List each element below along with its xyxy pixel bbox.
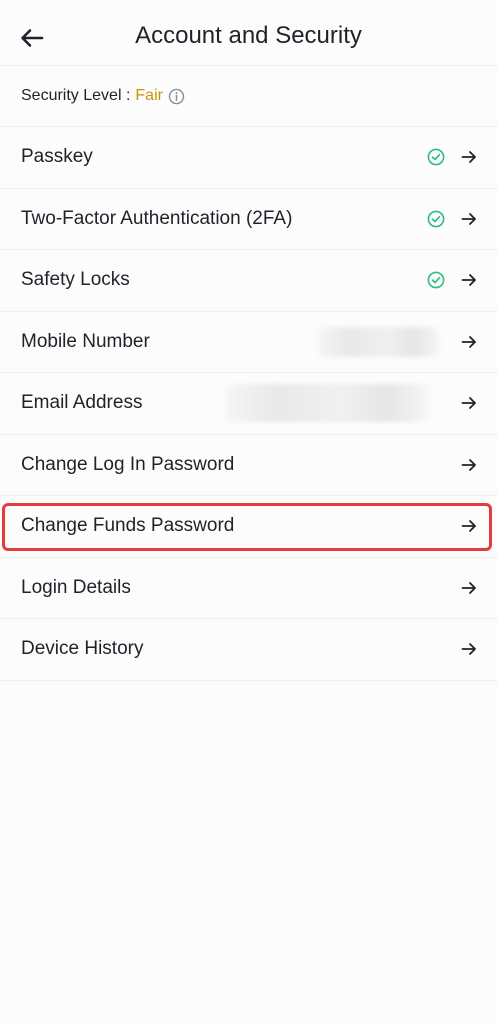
security-level-value: Fair: [135, 87, 163, 104]
menu-item-change-log-in-password[interactable]: Change Log In Password: [0, 435, 497, 496]
check-circle-icon: [427, 148, 445, 166]
menu-item-label: Email Address: [21, 392, 143, 414]
menu-item-label: Change Funds Password: [21, 515, 235, 537]
arrow-right-icon: [461, 212, 477, 226]
menu-item-device-history[interactable]: Device History: [0, 619, 497, 681]
header: Account and Security: [0, 0, 497, 66]
menu-item-login-details[interactable]: Login Details: [0, 558, 497, 619]
back-button[interactable]: [14, 22, 50, 54]
menu-item-mobile-number[interactable]: Mobile Number: [0, 312, 497, 373]
menu-item-label: Device History: [21, 638, 144, 660]
redacted-email-value: [226, 384, 430, 423]
redacted-mobile-value: [318, 326, 440, 357]
menu-item-label: Two-Factor Authentication (2FA): [21, 207, 293, 229]
check-circle-icon: [427, 210, 445, 228]
arrow-left-icon: [20, 28, 44, 48]
menu-item-two-factor-authentication[interactable]: Two-Factor Authentication (2FA): [0, 189, 497, 250]
arrow-right-icon: [461, 150, 477, 164]
menu-item-label: Mobile Number: [21, 330, 150, 352]
menu-item-email-address[interactable]: Email Address: [0, 373, 497, 435]
menu-item-change-funds-password[interactable]: Change Funds Password: [0, 496, 497, 558]
account-security-screen: Account and Security Security Level : Fa…: [0, 0, 497, 1024]
info-circle-icon[interactable]: [168, 88, 185, 105]
page-title: Account and Security: [135, 22, 362, 49]
security-level-row: Security Level : Fair: [0, 66, 497, 127]
menu-item-label: Change Log In Password: [21, 453, 235, 475]
security-level-label: Security Level :: [21, 87, 131, 104]
menu-item-safety-locks[interactable]: Safety Locks: [0, 250, 497, 312]
arrow-right-icon: [461, 519, 477, 533]
arrow-right-icon: [461, 458, 477, 472]
menu-item-label: Passkey: [21, 146, 93, 168]
arrow-right-icon: [461, 335, 477, 349]
arrow-right-icon: [461, 581, 477, 595]
menu-item-label: Safety Locks: [21, 269, 130, 291]
check-circle-icon: [427, 271, 445, 289]
arrow-right-icon: [461, 273, 477, 287]
arrow-right-icon: [461, 642, 477, 656]
menu-item-label: Login Details: [21, 576, 131, 598]
arrow-right-icon: [461, 396, 477, 410]
menu-item-passkey[interactable]: Passkey: [0, 127, 497, 189]
